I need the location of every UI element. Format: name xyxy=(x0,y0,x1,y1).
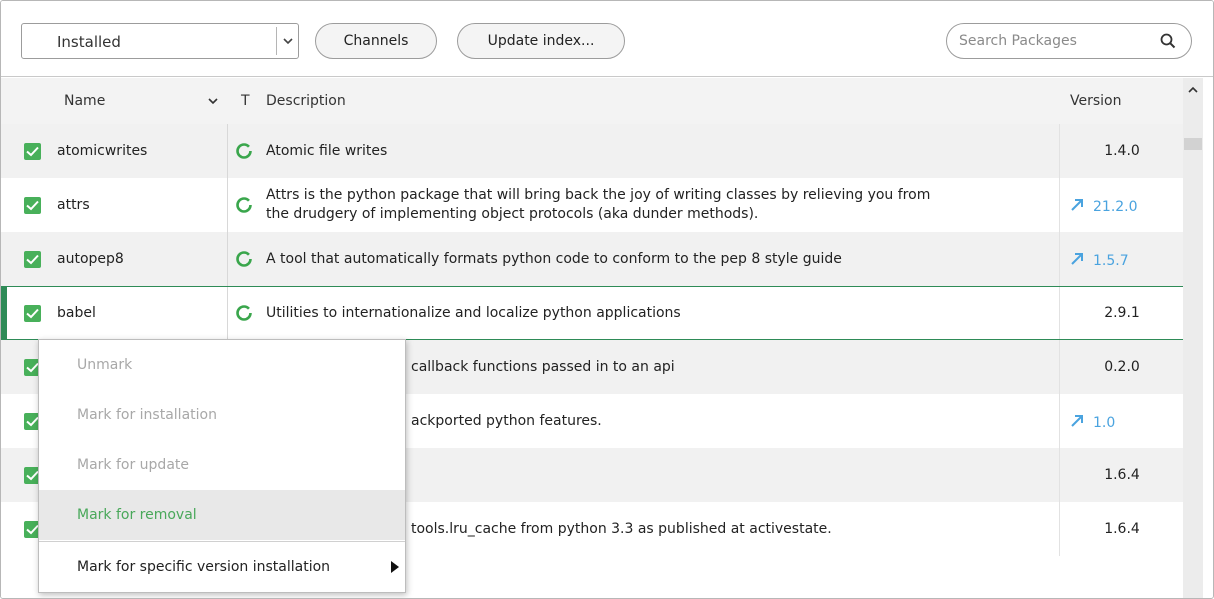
column-header-name[interactable]: Name xyxy=(64,93,105,109)
column-divider xyxy=(1059,448,1060,502)
package-version: 1.4.0 xyxy=(1104,143,1140,159)
package-description: A tool that automatically formats python… xyxy=(266,251,842,267)
column-header-description[interactable]: Description xyxy=(266,93,346,109)
selection-indicator xyxy=(1,287,7,339)
column-divider xyxy=(1059,232,1060,286)
menu-item-mark-for-specific-version[interactable]: Mark for specific version installation xyxy=(39,542,405,592)
description-line-1: Attrs is the python package that will br… xyxy=(266,187,931,203)
update-arrow-icon xyxy=(1071,253,1083,265)
package-version: 2.9.1 xyxy=(1104,305,1140,321)
column-divider xyxy=(1059,124,1060,178)
update-index-button[interactable]: Update index... xyxy=(457,23,625,59)
chevron-down-icon[interactable] xyxy=(281,34,295,48)
table-header: Name T Description Version xyxy=(1,78,1183,124)
menu-item-label: Mark for specific version installation xyxy=(77,559,331,575)
checkbox-checked[interactable] xyxy=(24,143,41,160)
package-name: attrs xyxy=(57,197,90,213)
package-description: ackported python features. xyxy=(411,413,602,429)
package-description: Attrs is the python package that will br… xyxy=(266,186,930,224)
menu-item-mark-for-installation[interactable]: Mark for installation xyxy=(39,390,405,440)
column-divider xyxy=(1059,502,1060,556)
column-divider xyxy=(1059,394,1060,448)
column-divider xyxy=(227,178,228,232)
package-name: babel xyxy=(57,305,96,321)
search-icon[interactable] xyxy=(1159,32,1177,50)
version-text: 1.0 xyxy=(1093,415,1116,431)
package-description: callback functions passed in to an api xyxy=(411,359,675,375)
context-menu: Unmark Mark for installation Mark for up… xyxy=(38,339,406,593)
filter-dropdown[interactable]: Installed xyxy=(21,23,299,59)
vertical-scrollbar[interactable] xyxy=(1183,78,1203,598)
column-divider xyxy=(1059,340,1060,394)
checkbox-checked[interactable] xyxy=(24,251,41,268)
checkbox-checked[interactable] xyxy=(24,197,41,214)
sort-chevron-icon[interactable] xyxy=(207,95,219,107)
toolbar: Installed Channels Update index... xyxy=(1,1,1213,77)
package-version: 1.6.4 xyxy=(1104,467,1140,483)
scroll-up-icon[interactable] xyxy=(1187,84,1199,96)
package-version: 0.2.0 xyxy=(1104,359,1140,375)
package-description: Atomic file writes xyxy=(266,143,388,159)
column-header-version[interactable]: Version xyxy=(1070,93,1121,109)
installed-status-icon xyxy=(236,143,252,159)
package-description: tools.lru_cache from python 3.3 as publi… xyxy=(411,521,832,537)
package-version-update: 21.2.0 xyxy=(1061,197,1183,215)
channels-button[interactable]: Channels xyxy=(315,23,437,59)
installed-status-icon xyxy=(236,197,252,213)
column-header-type[interactable]: T xyxy=(241,93,250,109)
package-name: autopep8 xyxy=(57,251,124,267)
package-description: Utilities to internationalize and locali… xyxy=(266,305,681,321)
package-version-update: 1.5.7 xyxy=(1061,251,1183,269)
dropdown-divider xyxy=(276,27,277,55)
column-divider xyxy=(227,232,228,286)
installed-status-icon xyxy=(236,251,252,267)
column-divider xyxy=(227,124,228,178)
version-text: 21.2.0 xyxy=(1093,199,1138,215)
filter-dropdown-value: Installed xyxy=(57,33,121,51)
table-row[interactable]: attrs Attrs is the python package that w… xyxy=(1,178,1183,232)
column-divider xyxy=(1059,287,1060,339)
package-manager-panel: Installed Channels Update index... Name … xyxy=(0,0,1214,599)
update-arrow-icon xyxy=(1071,199,1083,211)
table-row-selected[interactable]: babel Utilities to internationalize and … xyxy=(1,286,1183,340)
column-divider xyxy=(227,287,228,339)
menu-item-mark-for-update[interactable]: Mark for update xyxy=(39,440,405,490)
menu-item-mark-for-removal[interactable]: Mark for removal xyxy=(39,490,405,540)
checkbox-checked[interactable] xyxy=(24,305,41,322)
table-row[interactable]: autopep8 A tool that automatically forma… xyxy=(1,232,1183,286)
version-text: 1.5.7 xyxy=(1093,253,1129,269)
description-line-2: the drudgery of implementing object prot… xyxy=(266,206,759,222)
search-input[interactable] xyxy=(959,31,1139,51)
search-box[interactable] xyxy=(946,23,1192,59)
scrollbar-thumb[interactable] xyxy=(1184,138,1202,150)
menu-item-unmark[interactable]: Unmark xyxy=(39,340,405,390)
package-version: 1.6.4 xyxy=(1104,521,1140,537)
submenu-arrow-icon xyxy=(391,561,399,573)
package-version-update: 1.0 xyxy=(1061,413,1183,431)
installed-status-icon xyxy=(236,305,252,321)
column-divider xyxy=(1059,178,1060,232)
update-arrow-icon xyxy=(1071,415,1083,427)
table-row[interactable]: atomicwrites Atomic file writes 1.4.0 xyxy=(1,124,1183,178)
package-name: atomicwrites xyxy=(57,143,148,159)
